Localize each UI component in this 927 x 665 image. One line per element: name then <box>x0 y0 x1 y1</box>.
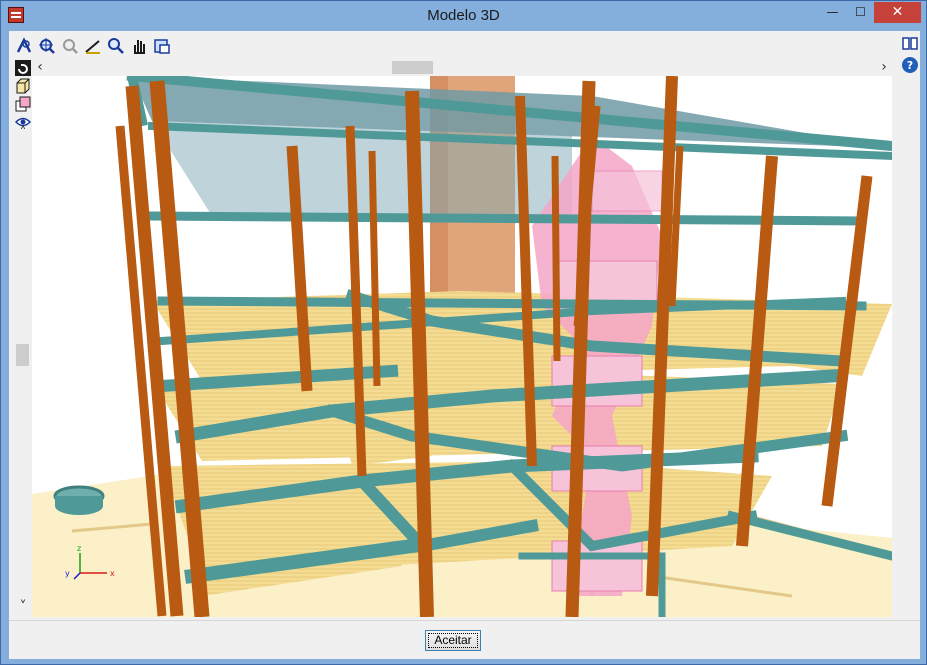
cylindrical-tank <box>53 485 105 515</box>
maximize-button[interactable]: ☐ <box>847 2 874 23</box>
svg-text:?: ? <box>907 59 913 72</box>
close-button[interactable]: ✕ <box>874 2 921 23</box>
book-icon[interactable] <box>901 34 919 52</box>
scroll-down-button[interactable]: ˅ <box>16 600 30 616</box>
pan-line-icon[interactable] <box>83 36 103 56</box>
roof-slab <box>132 76 892 216</box>
cube-icon[interactable] <box>15 78 31 94</box>
view-toolbar <box>9 36 172 60</box>
help-icon[interactable]: ? <box>901 56 919 74</box>
right-toolbar: ? <box>901 34 919 74</box>
side-toolbar <box>15 60 31 130</box>
horizontal-scroll-thumb[interactable] <box>392 61 433 74</box>
scroll-left-button[interactable]: ‹ <box>33 60 47 76</box>
accept-button[interactable]: Aceitar <box>425 630 481 651</box>
scroll-up-button[interactable]: ˄ <box>16 126 30 142</box>
layers-icon[interactable] <box>15 96 31 112</box>
axis-z-label: z <box>77 544 81 553</box>
vertical-scroll-thumb[interactable] <box>16 344 29 366</box>
horizontal-scrollbar[interactable]: ‹ › <box>31 60 891 76</box>
dialog-footer: Aceitar <box>9 620 920 659</box>
window-title: Modelo 3D <box>427 7 500 24</box>
dialog-client: ? ‹ › ˄ ˅ z y x Aceitar <box>9 31 920 659</box>
refresh-view-icon[interactable] <box>15 60 31 76</box>
axis-x-label: x <box>110 569 115 578</box>
building-3d-render: z y x <box>32 76 892 617</box>
title-bar[interactable]: Modelo 3D — ☐ ✕ <box>1 1 926 31</box>
model-3d-viewport[interactable]: z y x <box>32 76 892 617</box>
minimize-button[interactable]: — <box>819 2 846 23</box>
zoom-window-icon[interactable] <box>37 36 57 56</box>
hand-pan-icon[interactable] <box>129 36 149 56</box>
export-icon[interactable] <box>152 36 172 56</box>
zoom-icon[interactable] <box>106 36 126 56</box>
scroll-right-button[interactable]: › <box>877 60 891 76</box>
axis-y-label: y <box>65 569 70 578</box>
model-3d-window: Modelo 3D — ☐ ✕ ? ‹ › ˄ ˅ z y x Aceitar <box>0 0 927 665</box>
vertical-scrollbar[interactable]: ˄ ˅ <box>15 126 31 616</box>
rotate-icon[interactable] <box>14 36 34 56</box>
zoom-extents-icon[interactable] <box>60 36 80 56</box>
